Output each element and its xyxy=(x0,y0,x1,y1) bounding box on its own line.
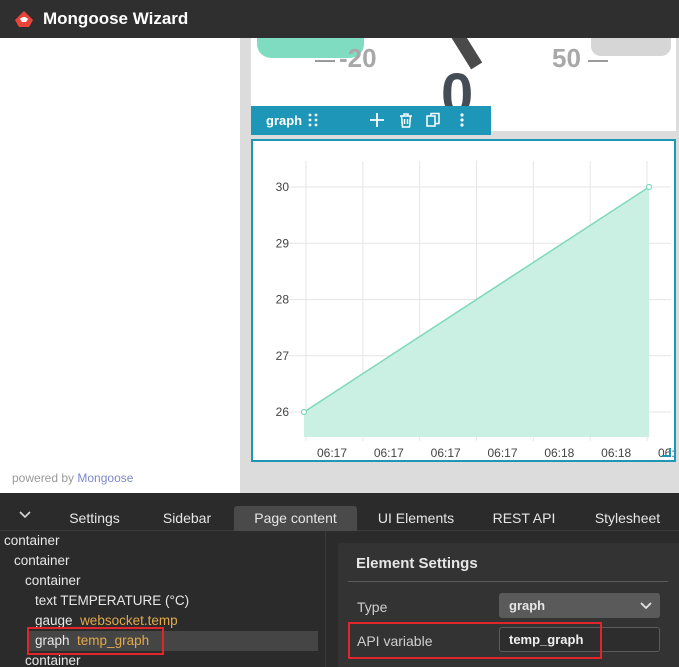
x-tick-label: 06:17 xyxy=(431,446,461,460)
tab-ui-elements[interactable]: UI Elements xyxy=(366,506,466,531)
graph-element-toolbar: graph xyxy=(251,106,491,135)
gauge-min-label: -20 xyxy=(339,43,377,73)
tree-item-label: text TEMPERATURE (°C) xyxy=(35,593,190,608)
tree-item-label: container xyxy=(25,573,81,588)
chevron-down-icon xyxy=(640,602,652,610)
mongoose-logo-icon xyxy=(15,11,33,27)
title-bar: Mongoose Wizard xyxy=(0,0,679,38)
powered-by-text: powered by Mongoose xyxy=(12,471,133,485)
page-preview: powered by Mongoose -20 50 0 graph 30 29 2… xyxy=(0,38,679,493)
y-tick-label: 30 xyxy=(276,180,290,194)
settings-title: Element Settings xyxy=(356,555,478,572)
x-tick-label: 06:17 xyxy=(374,446,404,460)
y-tick-label: 28 xyxy=(276,293,290,307)
drag-handle-icon[interactable] xyxy=(303,110,323,130)
highlight-box xyxy=(348,622,602,659)
editor-tabs: Settings Sidebar Page content UI Element… xyxy=(0,503,679,531)
type-select-value: graph xyxy=(509,598,546,613)
chevron-down-icon[interactable] xyxy=(17,507,33,523)
tree-item-label: container xyxy=(4,533,60,548)
tree-item-text[interactable]: text TEMPERATURE (°C) xyxy=(35,591,189,611)
type-label: Type xyxy=(357,599,388,615)
tab-stylesheet[interactable]: Stylesheet xyxy=(586,506,669,531)
gauge-arc-empty xyxy=(591,38,671,56)
copy-icon[interactable] xyxy=(423,110,443,130)
app-title: Mongoose Wizard xyxy=(43,9,189,28)
gauge-max-label: 50 xyxy=(552,43,581,73)
x-tick-label: 06:17 xyxy=(317,446,347,460)
gauge-tick xyxy=(588,60,608,62)
temperature-chart: 30 29 28 27 26 06:17 06:17 06:17 06:17 06:18 06:18… xyxy=(276,161,674,460)
tree-item-container[interactable]: container xyxy=(4,531,60,551)
tree-item-label: container xyxy=(14,553,70,568)
powered-prefix: powered by xyxy=(12,471,78,485)
graph-toolbar-label: graph xyxy=(266,113,303,128)
graph-widget[interactable]: 30 29 28 27 26 06:17 06:17 06:17 06:17 06:18 06:18… xyxy=(251,139,676,462)
tree-item-label: gauge xyxy=(35,613,73,628)
gauge-tick xyxy=(315,60,335,62)
chart-data-point xyxy=(645,183,653,191)
y-tick-label: 29 xyxy=(276,236,290,250)
tab-settings[interactable]: Settings xyxy=(57,506,132,531)
panel-divider[interactable] xyxy=(325,531,326,667)
x-tick-label: 06:17 xyxy=(487,446,517,460)
y-tick-label: 26 xyxy=(276,405,290,419)
tab-rest-api[interactable]: REST API xyxy=(484,506,564,531)
chart-data-point xyxy=(300,408,308,416)
powered-brand-link[interactable]: Mongoose xyxy=(77,471,133,485)
tab-sidebar[interactable]: Sidebar xyxy=(150,506,224,531)
tree-item-label: container xyxy=(25,653,81,667)
tree-item-variable: websocket.temp xyxy=(80,613,178,628)
highlight-box xyxy=(27,627,164,655)
divider xyxy=(348,581,668,582)
trash-icon[interactable] xyxy=(396,110,416,130)
add-icon[interactable] xyxy=(367,110,387,130)
y-tick-label: 27 xyxy=(276,349,290,363)
tree-item-container[interactable]: container xyxy=(25,571,81,591)
more-options-icon[interactable] xyxy=(452,110,472,130)
x-tick-label: 06:18 xyxy=(544,446,574,460)
resize-handle[interactable] xyxy=(662,448,671,457)
tree-item-container[interactable]: container xyxy=(14,551,70,571)
x-tick-label: 06:18 xyxy=(601,446,631,460)
type-select[interactable]: graph xyxy=(499,593,660,618)
preview-sidebar: powered by Mongoose xyxy=(0,38,240,493)
tab-page-content[interactable]: Page content xyxy=(234,506,357,531)
